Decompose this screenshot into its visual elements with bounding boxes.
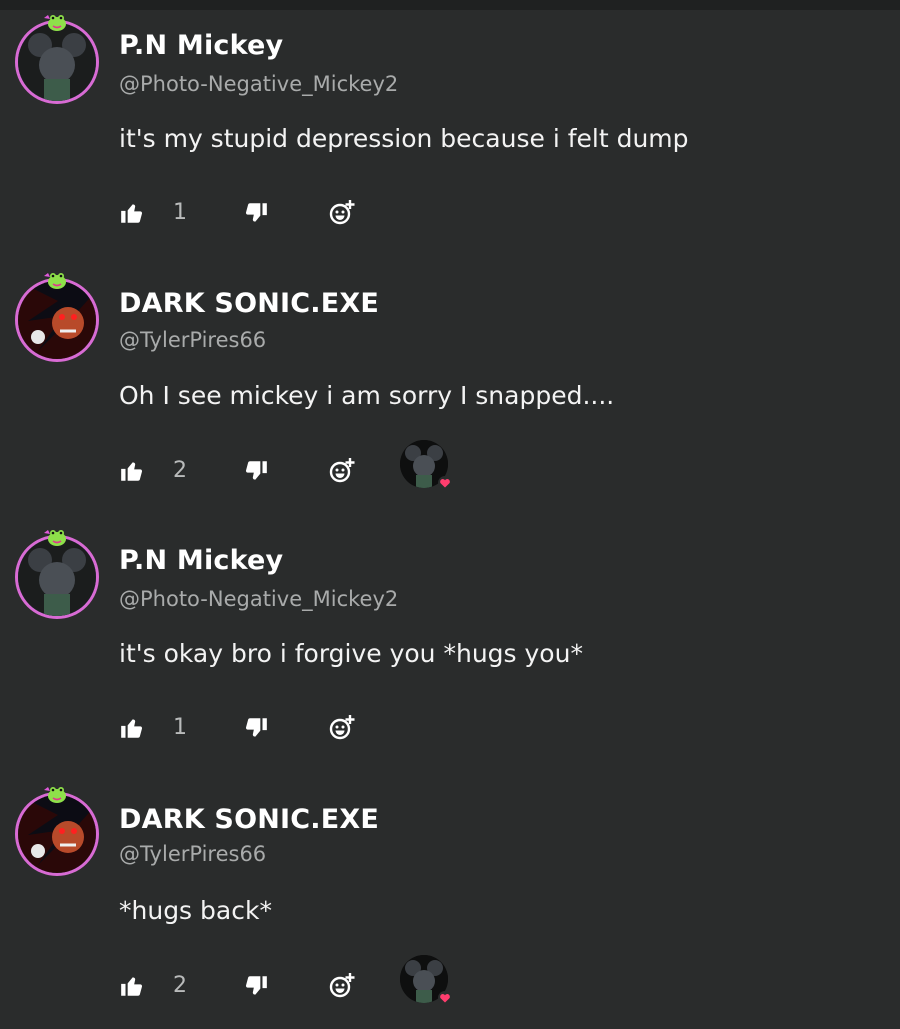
avatar-image-sonic <box>15 278 99 362</box>
comment-author-name[interactable]: DARK SONIC.EXE <box>119 804 379 835</box>
frog-badge-icon <box>42 270 68 290</box>
avatar-image-sonic <box>15 792 99 876</box>
comment-text: it's my stupid depression because i felt… <box>119 124 689 153</box>
like-count: 1 <box>173 200 187 225</box>
frog-badge-icon <box>42 527 68 547</box>
comment-item: DARK SONIC.EXE @TylerPires66 *hugs back*… <box>0 772 900 1029</box>
comment-actions: 2 <box>119 955 719 1005</box>
thumbs-up-icon[interactable] <box>119 458 145 484</box>
comment-author-name[interactable]: DARK SONIC.EXE <box>119 288 379 319</box>
comment-text: it's okay bro i forgive you *hugs you* <box>119 639 583 668</box>
thumbs-down-icon[interactable] <box>243 715 269 741</box>
comment-actions: 2 <box>119 440 719 490</box>
reaction-author-avatar[interactable] <box>400 440 452 490</box>
thumbs-up-icon[interactable] <box>119 973 145 999</box>
thumbs-up-icon[interactable] <box>119 715 145 741</box>
thumbs-up-icon[interactable] <box>119 200 145 226</box>
comment-text: Oh I see mickey i am sorry I snapped.... <box>119 381 615 410</box>
add-reaction-icon[interactable] <box>328 456 356 484</box>
comment-author-handle[interactable]: @TylerPires66 <box>119 842 266 866</box>
avatar[interactable] <box>14 527 102 619</box>
heart-icon <box>438 991 452 1005</box>
comment-actions: 1 <box>119 196 719 232</box>
like-count: 2 <box>173 458 187 483</box>
comment-item: P.N Mickey @Photo-Negative_Mickey2 it's … <box>0 0 900 257</box>
like-count: 1 <box>173 715 187 740</box>
comment-text: *hugs back* <box>119 896 272 925</box>
comment-author-handle[interactable]: @TylerPires66 <box>119 328 266 352</box>
thumbs-down-icon[interactable] <box>243 200 269 226</box>
thumbs-down-icon[interactable] <box>243 458 269 484</box>
add-reaction-icon[interactable] <box>328 198 356 226</box>
heart-icon <box>438 476 452 490</box>
add-reaction-icon[interactable] <box>328 971 356 999</box>
reaction-author-avatar[interactable] <box>400 955 452 1005</box>
avatar-image-mickey <box>15 535 99 619</box>
comment-item: DARK SONIC.EXE @TylerPires66 Oh I see mi… <box>0 258 900 515</box>
frog-badge-icon <box>42 784 68 804</box>
avatar[interactable] <box>14 270 102 362</box>
like-count: 2 <box>173 973 187 998</box>
avatar[interactable] <box>14 784 102 876</box>
thumbs-down-icon[interactable] <box>243 973 269 999</box>
comment-author-handle[interactable]: @Photo-Negative_Mickey2 <box>119 587 398 611</box>
add-reaction-icon[interactable] <box>328 713 356 741</box>
avatar[interactable] <box>14 12 102 104</box>
comment-item: P.N Mickey @Photo-Negative_Mickey2 it's … <box>0 515 900 772</box>
comment-author-handle[interactable]: @Photo-Negative_Mickey2 <box>119 72 398 96</box>
comment-actions: 1 <box>119 711 719 747</box>
comment-author-name[interactable]: P.N Mickey <box>119 545 283 576</box>
frog-badge-icon <box>42 12 68 32</box>
avatar-image-mickey <box>15 20 99 104</box>
comment-author-name[interactable]: P.N Mickey <box>119 30 283 61</box>
